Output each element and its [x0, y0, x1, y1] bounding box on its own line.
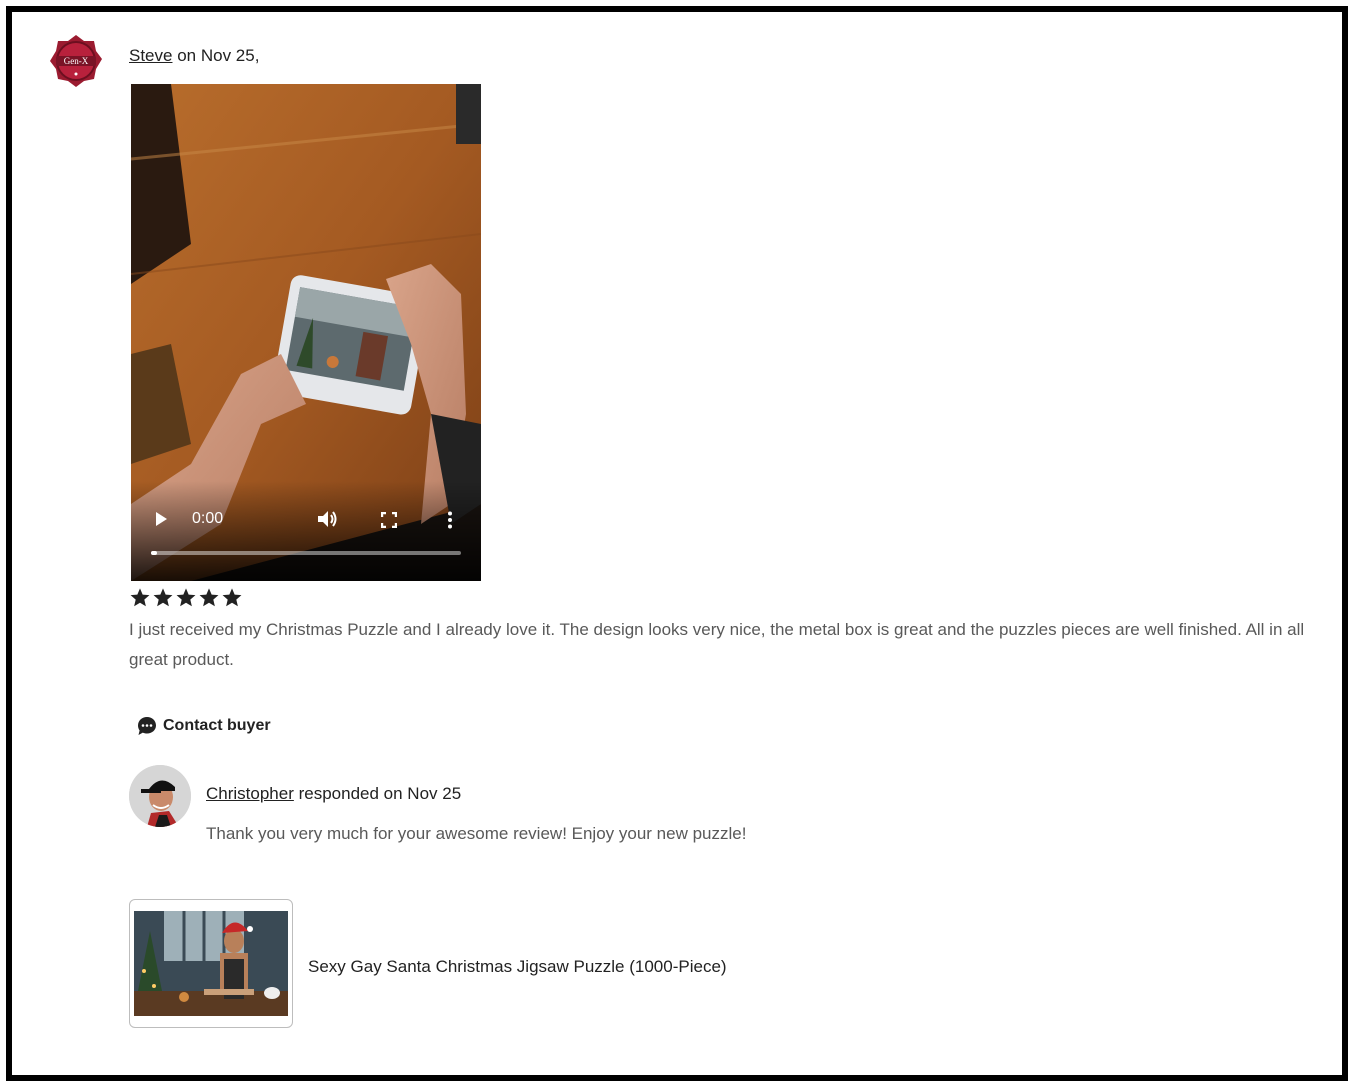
star-icon	[176, 588, 196, 607]
star-icon	[199, 588, 219, 607]
star-icon	[222, 588, 242, 607]
product-thumbnail	[134, 911, 288, 1016]
gen-x-badge-icon: Gen-X	[50, 35, 102, 87]
review-date: on Nov 25,	[172, 46, 260, 65]
seller-name-link[interactable]: Christopher	[206, 784, 294, 803]
play-icon[interactable]	[153, 511, 169, 532]
review-video-player[interactable]: 0:00	[131, 84, 481, 581]
chat-bubble-icon	[138, 717, 156, 735]
product-card[interactable]	[129, 899, 293, 1028]
star-icon	[153, 588, 173, 607]
star-icon	[130, 588, 150, 607]
contact-buyer-label: Contact buyer	[163, 717, 271, 734]
volume-icon[interactable]	[317, 509, 339, 534]
product-title-link[interactable]: Sexy Gay Santa Christmas Jigsaw Puzzle (…	[308, 957, 727, 977]
review-header: Steve on Nov 25,	[129, 46, 259, 66]
video-progress-bar[interactable]	[151, 551, 461, 555]
seller-avatar[interactable]	[129, 765, 191, 827]
badge-text: Gen-X	[64, 56, 89, 66]
more-options-icon[interactable]	[447, 511, 453, 534]
contact-buyer-button[interactable]: Contact buyer	[137, 716, 271, 736]
video-progress-fill	[151, 551, 158, 555]
fullscreen-icon[interactable]	[380, 511, 398, 533]
reviewer-name-link[interactable]: Steve	[129, 46, 172, 65]
seller-response-header: Christopher responded on Nov 25	[206, 784, 461, 804]
reviewer-avatar[interactable]: Gen-X	[48, 33, 104, 89]
seller-response-text: Thank you very much for your awesome rev…	[206, 824, 747, 843]
seller-photo	[129, 765, 191, 827]
review-text: I just received my Christmas Puzzle and …	[129, 620, 1305, 669]
rating-stars	[129, 587, 243, 609]
video-time: 0:00	[192, 510, 224, 527]
video-controls-overlay	[131, 481, 481, 581]
review-container: Gen-X Steve on Nov 25, 0:00 I just recei…	[6, 6, 1348, 1081]
response-date: responded on Nov 25	[293, 784, 462, 803]
